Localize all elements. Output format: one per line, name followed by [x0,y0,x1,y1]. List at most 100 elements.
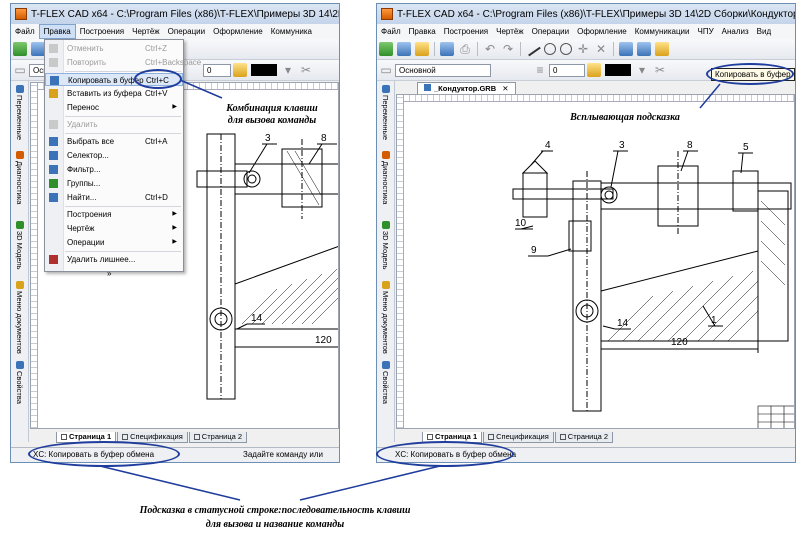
new-document-icon[interactable] [397,42,411,56]
right-menu-item-1[interactable]: Правка [405,24,440,39]
edit-menu-item-15[interactable]: » [45,267,183,280]
left-menu-item-3[interactable]: Чертёж [128,24,164,39]
edit-menu-item-4[interactable]: Перенос ▶ [45,101,183,114]
right-side-tab-3[interactable]: Меню документов [378,281,393,354]
layers-icon[interactable]: ≡ [533,63,547,77]
left-menu-item-1[interactable]: Правка [38,24,76,39]
right-menu-item-7[interactable]: ЧПУ [693,24,717,39]
arc-icon[interactable] [560,43,572,55]
new-document-icon[interactable] [31,42,45,56]
left-menu-item-4[interactable]: Операции [164,24,209,39]
edit-menu-item-8[interactable]: Фильтр... [45,163,183,176]
panel-icon [15,85,24,93]
drawing-label-9: 9 [531,245,537,256]
intersect-icon[interactable]: ✕ [594,42,608,56]
right-menu-item-2[interactable]: Построения [440,24,492,39]
left-side-tab-4[interactable]: Свойства [12,361,27,404]
left-side-tab-1[interactable]: Диагностика [12,151,27,204]
save-icon[interactable] [440,42,454,56]
edit-menu-item-7[interactable]: Селектор... [45,149,183,162]
width-combo[interactable]: 0 [549,63,585,77]
left-side-tab-3[interactable]: Меню документов [12,281,27,354]
right-side-tab-0[interactable]: Переменные [378,85,393,140]
left-side-tab-label: Переменные [15,95,24,141]
right-menu-item-6[interactable]: Коммуникации [631,24,694,39]
apply-icon[interactable] [379,42,393,56]
width-combo[interactable]: 0 [203,63,231,77]
edit-menu-item-12[interactable]: Чертёж ▶ [45,222,183,235]
paste-icon[interactable] [637,42,651,56]
right-drawing-canvas[interactable]: 4 3 8 5 10 9 14 1 120 [396,94,795,429]
left-menu-item-0[interactable]: Файл [11,24,39,39]
right-menu-item-4[interactable]: Операции [528,24,573,39]
menu-separator [65,206,181,207]
right-side-tab-label: Меню документов [381,291,390,354]
edit-menu-item-14[interactable]: Удалить лишнее... [45,253,183,266]
color-swatch[interactable] [251,64,277,76]
circle-icon[interactable] [544,43,556,55]
edit-menu-item-label: Вставить из буфера [67,89,142,98]
edit-menu-item-9[interactable]: Группы... [45,177,183,190]
edit-menu-item-11[interactable]: Построения ▶ [45,208,183,221]
style-icon[interactable]: ✂ [653,63,667,77]
close-icon[interactable]: ✕ [502,84,508,93]
open-icon[interactable] [415,42,429,56]
right-menu-item-5[interactable]: Оформление [573,24,631,39]
edit-menu-item-label: Операции [67,238,105,247]
apply-icon[interactable] [13,42,27,56]
linetype-icon[interactable]: ▾ [281,63,295,77]
right-side-tab-2[interactable]: 3D Модель [378,221,393,270]
edit-menu-item-shortcut: Ctrl+A [145,137,168,146]
edit-menu-item-3[interactable]: Вставить из буфера Ctrl+V [45,87,183,100]
page-icon [122,434,129,440]
left-menu-item-5[interactable]: Оформление [209,24,267,39]
edit-menu-item-label: Отменить [67,44,104,53]
left-menu-bar: Файл Правка Построения Чертёж Операции Оформл… [11,24,339,39]
clipboard-icon[interactable] [655,42,669,56]
right-menu-item-9[interactable]: Вид [753,24,775,39]
lock-icon[interactable]: ▭ [13,63,27,77]
edit-menu-item-0[interactable]: Отменить Ctrl+Z [45,42,183,55]
color-icon[interactable] [233,63,247,77]
panel-icon [15,361,24,369]
redo-icon[interactable]: ↷ [501,42,515,56]
page-icon [193,434,200,440]
right-page-tab-2[interactable]: Страница 2 [554,432,614,443]
layer-combo[interactable]: Основной [395,63,491,77]
panel-icon [381,151,390,159]
node-icon[interactable]: ✛ [576,42,590,56]
right-side-tab-4[interactable]: Свойства [378,361,393,404]
right-side-tab-label: 3D Модель [381,231,390,270]
edit-menu-item-6[interactable]: Выбрать все Ctrl+A [45,135,183,148]
right-menu-item-0[interactable]: Файл [377,24,405,39]
print-icon[interactable]: ⎙ [458,42,472,56]
edit-menu-item-label: Группы... [67,179,101,188]
edit-menu-item-13[interactable]: Операции ▶ [45,236,183,249]
edit-menu-item-1[interactable]: Повторить Ctrl+Backspace [45,56,201,69]
line-icon[interactable] [525,42,541,56]
submenu-arrow-icon: ▶ [172,104,177,110]
left-menu-item-2[interactable]: Построения [76,24,128,39]
color-swatch[interactable] [605,64,631,76]
linetype-icon[interactable]: ▾ [635,63,649,77]
right-page-tab-1[interactable]: Спецификация [483,432,554,443]
left-page-tab-2[interactable]: Страница 2 [188,432,248,443]
right-status-callout-ellipse [376,441,514,467]
left-side-tab-0[interactable]: Переменные [12,85,27,140]
edit-menu-item-label: Построения [67,210,112,219]
color-icon[interactable] [587,63,601,77]
lock-icon[interactable]: ▭ [379,63,393,77]
left-side-tab-2[interactable]: 3D Модель [12,221,27,270]
copy-icon[interactable] [619,42,633,56]
left-menu-item-6[interactable]: Коммуника [267,24,316,39]
panel-icon [15,221,24,229]
edit-menu-item-5[interactable]: Удалить [45,118,183,131]
right-menu-item-8[interactable]: Анализ [718,24,753,39]
right-side-tab-1[interactable]: Диагностика [378,151,393,204]
panel-icon [381,221,390,229]
panel-icon [381,361,390,369]
edit-menu-item-10[interactable]: Найти... Ctrl+D [45,191,183,204]
undo-icon[interactable]: ↶ [483,42,497,56]
style-icon[interactable]: ✂ [299,63,313,77]
right-menu-item-3[interactable]: Чертёж [492,24,528,39]
